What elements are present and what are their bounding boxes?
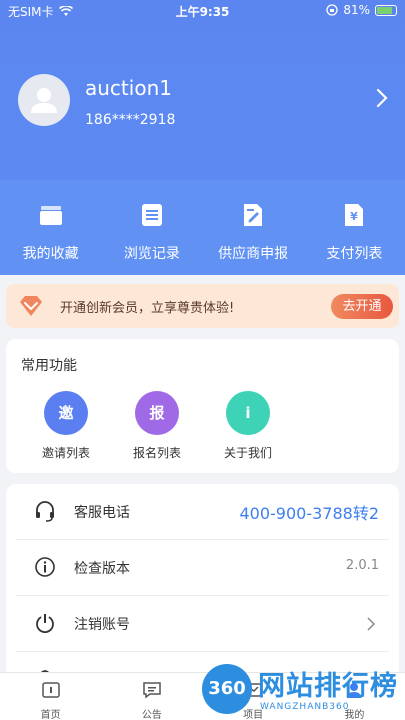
info-circle-icon — [35, 557, 55, 577]
list-icon — [141, 204, 162, 226]
svg-text:¥: ¥ — [351, 210, 359, 223]
vip-diamond-icon — [20, 296, 42, 316]
hotline-number[interactable]: 400-900-3788转2 — [239, 500, 379, 524]
quick-favorites[interactable]: 我的收藏 — [0, 180, 101, 275]
activate-vip-button[interactable]: 去开通 — [331, 294, 393, 319]
battery-icon — [375, 4, 397, 16]
quick-payments[interactable]: ¥ 支付列表 — [304, 180, 405, 275]
notice-icon — [143, 682, 161, 699]
info-icon: i — [226, 391, 270, 435]
headset-icon — [36, 501, 54, 522]
orientation-lock-icon — [326, 4, 338, 16]
vip-banner[interactable]: 开通创新会员，立享尊贵体验! 去开通 — [6, 284, 399, 328]
section-title: 常用功能 — [21, 358, 77, 374]
check-version-row[interactable]: 检查版本 2.0.1 — [16, 540, 389, 596]
battery-percent: 81% — [343, 3, 370, 17]
cancel-account-row[interactable]: 注销账号 — [16, 596, 389, 652]
edit-document-icon — [244, 204, 263, 226]
quick-actions: 我的收藏 浏览记录 供应商申报 ¥ 支付列表 — [0, 180, 405, 275]
chevron-right-icon[interactable] — [376, 88, 388, 108]
invite-icon: 邀 — [44, 391, 88, 435]
quick-supplier-report[interactable]: 供应商申报 — [203, 180, 304, 275]
folder-icon — [39, 206, 62, 225]
signup-list-button[interactable]: 报 报名列表 — [117, 391, 197, 461]
watermark-sub: WANGZHANB360 — [260, 702, 350, 712]
status-bar: 无SIM卡 上午9:35 81% — [0, 0, 405, 22]
watermark-logo: 360 — [202, 664, 252, 714]
chevron-right-icon — [367, 617, 375, 631]
watermark: 360 网站排行榜 WANGZHANB360 — [200, 660, 405, 720]
settings-list: 客服电话 400-900-3788转2 检查版本 2.0.1 注销账号 — [6, 484, 399, 684]
quick-history[interactable]: 浏览记录 — [101, 180, 202, 275]
version-value: 2.0.1 — [345, 558, 379, 573]
default-avatar-icon — [31, 88, 57, 113]
tab-notice[interactable]: 公告 — [101, 673, 202, 720]
payment-document-icon: ¥ — [345, 204, 364, 226]
invite-list-button[interactable]: 邀 邀请列表 — [26, 391, 106, 461]
profile-card[interactable]: auction1 186****2918 — [18, 74, 388, 130]
power-icon — [36, 614, 54, 634]
signup-icon: 报 — [135, 391, 179, 435]
avatar[interactable] — [18, 74, 70, 126]
common-functions-card: 常用功能 邀 邀请列表 报 报名列表 i 关于我们 — [6, 339, 399, 473]
vip-text: 开通创新会员，立享尊贵体验! — [60, 301, 235, 316]
tab-home[interactable]: 首页 — [0, 673, 101, 720]
watermark-text: 网站排行榜 — [258, 671, 398, 702]
hotline-row[interactable]: 客服电话 400-900-3788转2 — [16, 484, 389, 540]
home-icon — [41, 682, 60, 698]
about-us-button[interactable]: i 关于我们 — [208, 391, 288, 461]
user-phone: 186****2918 — [85, 112, 176, 128]
username: auction1 — [85, 76, 172, 100]
